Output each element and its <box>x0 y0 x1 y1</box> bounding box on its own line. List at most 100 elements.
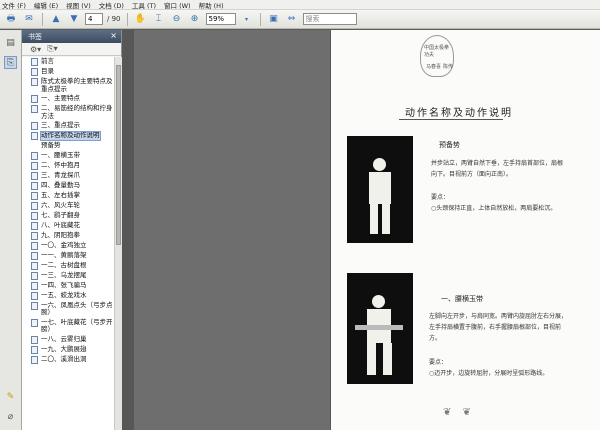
fit-page-icon[interactable]: ▣ <box>267 12 281 26</box>
bookmark-item[interactable]: 陈式太极拳的主要特点及重点提示 <box>22 77 114 94</box>
figure-head <box>373 158 386 171</box>
bookmark-page-icon <box>31 301 38 310</box>
bookmarks-panel-title: 书签 <box>28 32 42 41</box>
figure-fan <box>355 325 403 330</box>
close-icon[interactable]: × <box>110 31 117 40</box>
bookmark-scrollbar[interactable] <box>114 57 122 430</box>
bookmark-item[interactable]: 七、鹞子翻身 <box>22 211 114 221</box>
bookmark-page-icon <box>31 201 38 210</box>
new-bookmark-icon[interactable]: ⎘▾ <box>47 44 57 54</box>
menu-document[interactable]: 文档 (D) <box>99 0 124 10</box>
zoom-level-input[interactable]: 59% <box>205 13 236 25</box>
menu-help[interactable]: 帮助 (H) <box>199 0 224 10</box>
print-icon[interactable]: 🖶 <box>4 12 18 26</box>
figure-leg <box>367 343 376 375</box>
bookmark-item[interactable]: 一四、张飞骗马 <box>22 281 114 291</box>
bookmark-item[interactable]: 前言 <box>22 57 114 67</box>
menu-tools[interactable]: 工具 (T) <box>132 0 156 10</box>
attachments-panel-icon[interactable]: ⌀ <box>4 410 17 423</box>
bookmark-item[interactable]: 一九、大鹏展翅 <box>22 345 114 355</box>
bookmark-item[interactable]: 一五、蛟龙戏水 <box>22 291 114 301</box>
bookmark-page-icon <box>31 181 38 190</box>
bookmark-page-icon <box>31 291 38 300</box>
bookmark-item[interactable]: 动作名称及动作说明 <box>22 131 114 141</box>
comments-panel-icon[interactable]: ✎ <box>4 390 17 403</box>
bookmark-label: 陈式太极拳的主要特点及重点提示 <box>41 77 113 93</box>
pose1-description: 并步站立，两臂自然下垂，左手持扇首部位，扇根向下。目视前方（面向正南）。 <box>431 160 564 178</box>
bookmark-item[interactable]: 四、叠量勤马 <box>22 181 114 191</box>
bookmark-item[interactable]: 八、叶底藏花 <box>22 221 114 231</box>
email-icon[interactable]: ✉ <box>22 12 36 26</box>
figure-body <box>369 172 391 204</box>
bookmark-label: 一三、乌龙摆尾 <box>41 270 87 279</box>
page-number-input[interactable]: 4 <box>85 13 103 25</box>
bookmark-item[interactable]: 一二、古树盘根 <box>22 261 114 271</box>
bookmark-label: 一二、古树盘根 <box>41 260 87 269</box>
bookmark-page-icon <box>31 58 38 66</box>
bookmark-item[interactable]: 一八、云雾归巢 <box>22 335 114 345</box>
pages-panel-icon[interactable]: ▤ <box>4 36 17 49</box>
menu-window[interactable]: 窗口 (W) <box>164 0 191 10</box>
bookmarks-panel-icon[interactable]: ⎘ <box>4 56 17 69</box>
bookmark-label: 六、风火车轮 <box>41 200 80 209</box>
bookmark-item[interactable]: 五、左右插掌 <box>22 191 114 201</box>
zoom-dropdown-icon[interactable]: ▾ <box>240 12 254 26</box>
bookmark-label: 四、叠量勤马 <box>41 180 80 189</box>
bookmark-item[interactable]: 二〇、溪滑出洞 <box>22 355 114 365</box>
bookmark-label: 一、腰横玉带 <box>41 150 80 159</box>
bookmark-item[interactable]: 一一、黄鹂落架 <box>22 251 114 261</box>
bookmark-page-icon <box>31 211 38 220</box>
prev-page-icon[interactable]: ▲ <box>49 12 63 26</box>
figure-leg <box>383 343 392 375</box>
pose1-points: ○头颈保持正直，上体自然放松，两肩要松沉。 <box>431 205 557 212</box>
menu-view[interactable]: 视图 (V) <box>66 0 91 10</box>
toolbar-separator <box>259 12 261 26</box>
bookmark-item[interactable]: 一三、乌龙摆尾 <box>22 271 114 281</box>
bookmark-item[interactable]: 预备势 <box>22 141 114 151</box>
bookmark-item[interactable]: 二、怀中抱月 <box>22 161 114 171</box>
bookmark-item[interactable]: 三、重点提示 <box>22 121 114 131</box>
toolbar-separator <box>42 12 43 26</box>
bookmark-item[interactable]: 一、腰横玉带 <box>22 151 114 161</box>
bookmark-label: 一九、大鹏展翅 <box>41 344 87 353</box>
bookmark-item[interactable]: 目录 <box>22 67 114 77</box>
bookmark-page-icon <box>31 271 38 280</box>
bookmark-options-icon[interactable]: ⚙▾ <box>30 45 41 54</box>
bookmark-item[interactable]: 一、主要特点 <box>22 94 114 104</box>
bookmark-label: 七、鹞子翻身 <box>41 210 80 219</box>
bookmark-label: 一一、黄鹂落架 <box>41 250 87 259</box>
hand-tool-icon[interactable]: ✋ <box>134 12 148 26</box>
figure-head <box>372 295 385 308</box>
bookmark-label: 一七、叶底藏花（弓步开膀） <box>41 317 113 333</box>
figure-leg <box>370 204 378 234</box>
bookmark-item[interactable]: 九、阴阳抱拳 <box>22 231 114 241</box>
bookmark-label: 一六、凤凰点头（弓步点腕） <box>41 300 113 316</box>
bookmark-list: 前言 目录 陈式太极拳的主要特点及重点提示 一、主要特点 二、易筋经的结构和拧身方法 三、… <box>22 57 114 430</box>
fit-width-icon[interactable]: ⇔ <box>285 12 299 26</box>
bookmark-page-icon <box>31 241 38 250</box>
bookmark-item[interactable]: 一七、叶底藏花（弓步开膀） <box>22 318 114 335</box>
bookmark-page-icon <box>31 95 38 103</box>
navigation-rail: ▤ ⎘ ✎ ⌀ <box>0 30 22 430</box>
menu-file[interactable]: 文件 (F) <box>2 0 26 10</box>
select-tool-icon[interactable]: ⌶ <box>152 12 166 26</box>
bookmark-page-icon <box>31 281 38 290</box>
bookmark-page-icon <box>31 231 38 240</box>
bookmark-item[interactable]: 一六、凤凰点头（弓步点腕） <box>22 301 114 318</box>
menu-edit[interactable]: 编辑 (E) <box>34 0 58 10</box>
scrollbar-thumb[interactable] <box>116 65 121 245</box>
bookmark-item[interactable]: 三、青龙探爪 <box>22 171 114 181</box>
search-input[interactable]: 搜索 <box>302 13 357 25</box>
bookmark-page-icon <box>31 355 38 364</box>
bookmark-item[interactable]: 六、风火车轮 <box>22 201 114 211</box>
next-page-icon[interactable]: ▼ <box>67 12 81 26</box>
bookmark-label: 一四、张飞骗马 <box>41 280 87 289</box>
seal-top-text: 中国太极拳功夫 <box>424 45 450 58</box>
toolbar: 🖶 ✉ ▲ ▼ 4 / 90 ✋ ⌶ ⊖ ⊕ 59% ▾ ▣ ⇔ 搜索 <box>0 10 600 29</box>
bookmark-item[interactable]: 一〇、金鸡独立 <box>22 241 114 251</box>
bookmark-item[interactable]: 二、易筋经的结构和拧身方法 <box>22 104 114 121</box>
zoom-out-icon[interactable]: ⊖ <box>170 12 184 26</box>
seal-bottom-text: 陈传 <box>443 64 454 70</box>
bookmark-page-icon <box>31 151 38 160</box>
zoom-in-icon[interactable]: ⊕ <box>188 12 202 26</box>
